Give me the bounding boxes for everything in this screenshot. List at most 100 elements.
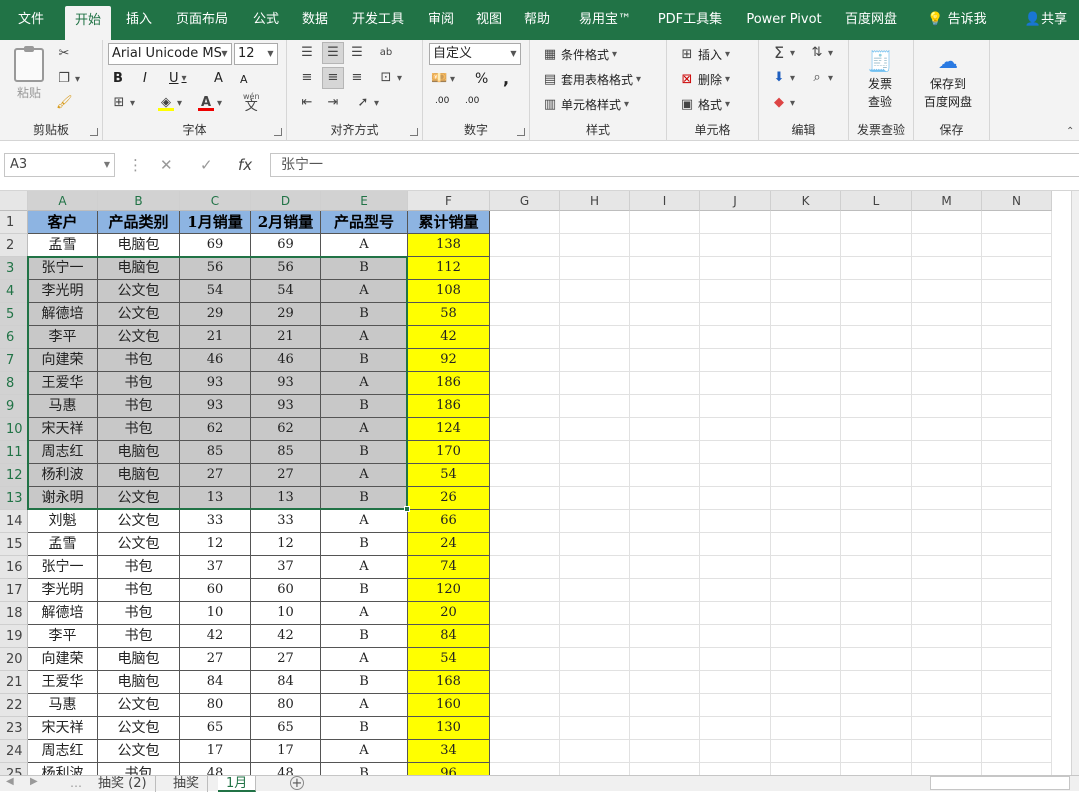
table-cell[interactable]: 42 <box>251 625 321 648</box>
wrap-text-button[interactable]: ➚ ▾ <box>355 95 379 111</box>
empty-cell[interactable] <box>912 694 982 717</box>
empty-cell[interactable] <box>630 694 700 717</box>
collapse-ribbon-button[interactable]: ⌃ <box>1066 126 1074 137</box>
row-header[interactable]: 19 <box>0 625 28 648</box>
empty-cell[interactable] <box>912 349 982 372</box>
table-cell[interactable]: 85 <box>251 441 321 464</box>
table-cell[interactable]: 李光明 <box>28 579 98 602</box>
row-header[interactable]: 13 <box>0 487 28 510</box>
table-cell[interactable]: 20 <box>408 602 490 625</box>
empty-cell[interactable] <box>700 441 771 464</box>
empty-cell[interactable] <box>700 280 771 303</box>
empty-cell[interactable] <box>771 280 841 303</box>
table-cell[interactable]: 书包 <box>98 418 180 441</box>
table-cell[interactable]: 电脑包 <box>98 671 180 694</box>
row-header[interactable]: 11 <box>0 441 28 464</box>
empty-cell[interactable] <box>982 625 1052 648</box>
fill-button[interactable]: ⬇ ▾ <box>771 70 795 86</box>
insert-function-button[interactable]: fx <box>238 153 252 177</box>
table-cell[interactable]: 54 <box>251 280 321 303</box>
empty-cell[interactable] <box>700 533 771 556</box>
table-cell[interactable]: 书包 <box>98 625 180 648</box>
header-cell[interactable]: 累计销量 <box>408 211 490 234</box>
table-cell[interactable]: 66 <box>408 510 490 533</box>
empty-cell[interactable] <box>982 372 1052 395</box>
empty-cell[interactable] <box>912 395 982 418</box>
empty-cell[interactable] <box>490 234 560 257</box>
empty-cell[interactable] <box>630 372 700 395</box>
table-cell[interactable]: A <box>321 326 408 349</box>
confirm-formula-button[interactable]: ✓ <box>200 153 213 177</box>
table-cell[interactable]: 46 <box>251 349 321 372</box>
empty-cell[interactable] <box>490 326 560 349</box>
empty-cell[interactable] <box>490 579 560 602</box>
table-cell[interactable]: 33 <box>251 510 321 533</box>
table-cell[interactable]: 60 <box>180 579 251 602</box>
cut-button[interactable]: ✂ <box>56 46 72 62</box>
table-cell[interactable]: 10 <box>251 602 321 625</box>
empty-cell[interactable] <box>700 464 771 487</box>
empty-cell[interactable] <box>630 487 700 510</box>
table-cell[interactable]: 孟雪 <box>28 533 98 556</box>
empty-cell[interactable] <box>700 648 771 671</box>
empty-cell[interactable] <box>912 510 982 533</box>
row-header[interactable]: 14 <box>0 510 28 533</box>
table-cell[interactable]: 电脑包 <box>98 648 180 671</box>
name-box[interactable]: A3 ▼ <box>4 153 115 177</box>
table-cell[interactable]: 108 <box>408 280 490 303</box>
table-cell[interactable]: 65 <box>251 717 321 740</box>
empty-cell[interactable] <box>982 349 1052 372</box>
empty-cell[interactable] <box>982 257 1052 280</box>
empty-cell[interactable] <box>700 303 771 326</box>
table-cell[interactable]: 93 <box>180 372 251 395</box>
italic-button[interactable]: I <box>143 71 147 86</box>
clipboard-launcher[interactable] <box>90 128 98 136</box>
worksheet-grid[interactable]: A B C D E F G H I J K L M N 1 客户 产品类别 1月销量 2月销量 产品型号 累计销量 2 孟雪… <box>0 191 1079 775</box>
empty-cell[interactable] <box>912 533 982 556</box>
empty-cell[interactable] <box>630 648 700 671</box>
table-cell[interactable]: B <box>321 579 408 602</box>
empty-cell[interactable] <box>700 211 771 234</box>
table-cell[interactable]: 46 <box>180 349 251 372</box>
empty-cell[interactable] <box>700 372 771 395</box>
font-name-combo[interactable]: Arial Unicode MS ▼ <box>108 43 232 65</box>
empty-cell[interactable] <box>912 602 982 625</box>
table-cell[interactable]: B <box>321 303 408 326</box>
empty-cell[interactable] <box>700 671 771 694</box>
empty-cell[interactable] <box>771 694 841 717</box>
empty-cell[interactable] <box>630 533 700 556</box>
row-header[interactable]: 17 <box>0 579 28 602</box>
empty-cell[interactable] <box>982 556 1052 579</box>
comma-button[interactable]: , <box>503 69 509 88</box>
empty-cell[interactable] <box>630 441 700 464</box>
empty-cell[interactable] <box>982 579 1052 602</box>
empty-cell[interactable] <box>490 671 560 694</box>
empty-cell[interactable] <box>771 556 841 579</box>
find-select-button[interactable]: ⌕ ▾ <box>809 70 833 86</box>
empty-cell[interactable] <box>982 648 1052 671</box>
table-cell[interactable]: 80 <box>251 694 321 717</box>
empty-cell[interactable] <box>982 717 1052 740</box>
empty-cell[interactable] <box>490 372 560 395</box>
ribbon-tab-9[interactable]: 帮助 <box>516 0 558 40</box>
table-cell[interactable]: B <box>321 717 408 740</box>
select-all-corner[interactable] <box>0 191 28 211</box>
table-cell[interactable]: 周志红 <box>28 441 98 464</box>
sheet-nav-right-button[interactable]: ▶ <box>30 776 38 787</box>
empty-cell[interactable] <box>700 395 771 418</box>
table-cell[interactable]: 160 <box>408 694 490 717</box>
empty-cell[interactable] <box>560 234 630 257</box>
empty-cell[interactable] <box>560 579 630 602</box>
table-cell[interactable]: 186 <box>408 395 490 418</box>
table-cell[interactable]: A <box>321 234 408 257</box>
table-cell[interactable]: 29 <box>251 303 321 326</box>
ribbon-tab-5[interactable]: 数据 <box>294 0 336 40</box>
row-header[interactable]: 2 <box>0 234 28 257</box>
empty-cell[interactable] <box>630 464 700 487</box>
row-header[interactable]: 5 <box>0 303 28 326</box>
empty-cell[interactable] <box>982 487 1052 510</box>
empty-cell[interactable] <box>841 763 912 775</box>
empty-cell[interactable] <box>560 326 630 349</box>
table-cell[interactable]: 56 <box>180 257 251 280</box>
save-to-baidu-button[interactable]: ☁ 保存到 百度网盘 <box>924 48 972 110</box>
